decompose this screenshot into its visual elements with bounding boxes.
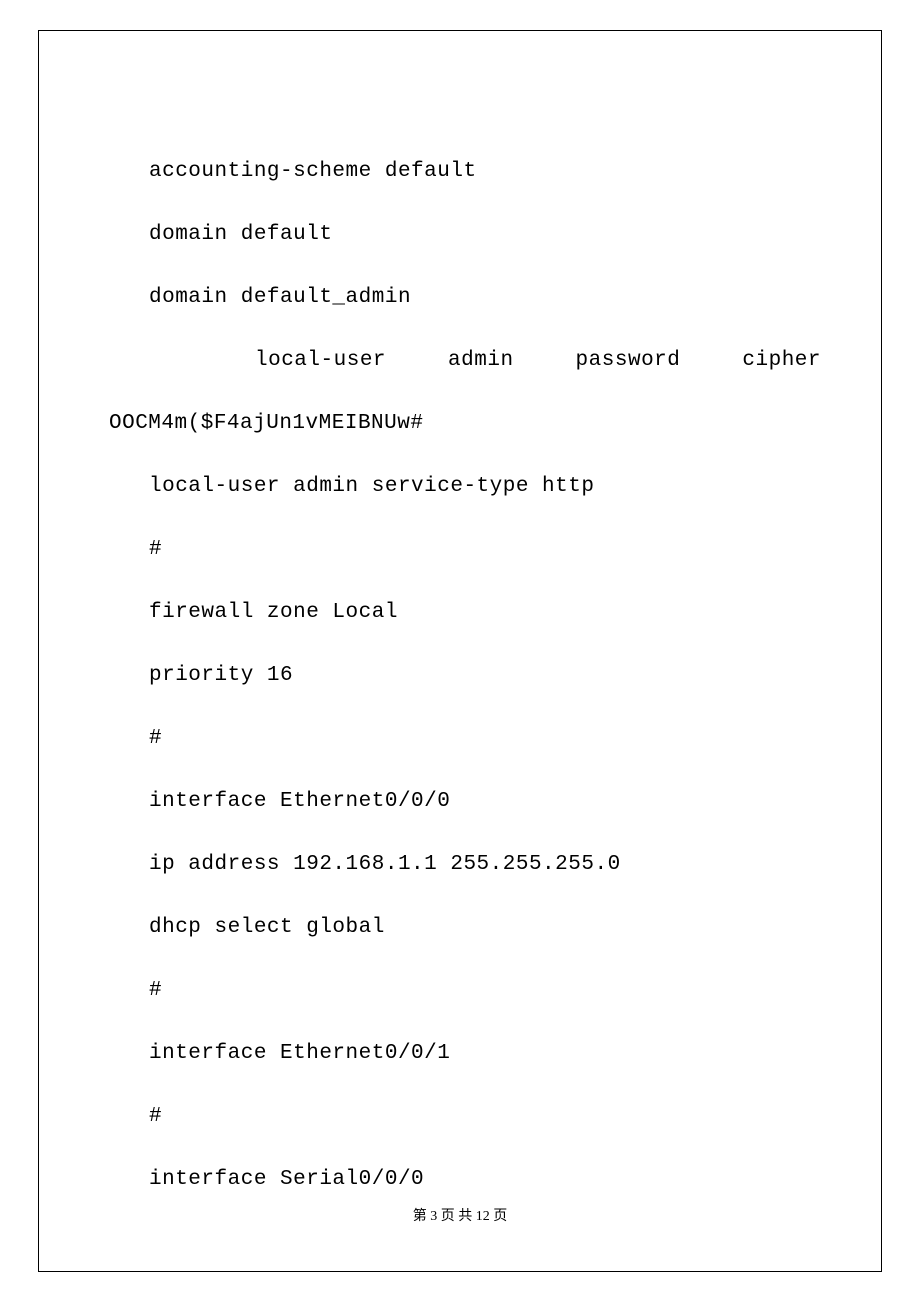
document-content: accounting-scheme default domain default…: [149, 161, 821, 1232]
config-line: ip address 192.168.1.1 255.255.255.0: [149, 854, 821, 875]
config-line: #: [149, 539, 821, 560]
config-line: domain default: [149, 224, 821, 245]
config-line: #: [149, 728, 821, 749]
config-line: OOCM4m($F4ajUn1vMEIBNUw#: [109, 413, 821, 434]
config-line: #: [149, 1106, 821, 1127]
page-border: accounting-scheme default domain default…: [38, 30, 882, 1272]
config-line: interface Ethernet0/0/1: [149, 1043, 821, 1064]
config-line: #: [149, 980, 821, 1001]
config-line: interface Ethernet0/0/0: [149, 791, 821, 812]
page-footer: 第 3 页 共 12 页: [39, 1205, 881, 1225]
config-line: local-user admin service-type http: [149, 476, 821, 497]
config-line: accounting-scheme default: [149, 161, 821, 182]
config-line: priority 16: [149, 665, 821, 686]
config-line: dhcp select global: [149, 917, 821, 938]
config-line: interface Serial0/0/0: [149, 1169, 821, 1190]
config-line: firewall zone Local: [149, 602, 821, 623]
config-line: domain default_admin: [149, 287, 821, 308]
config-line: local-user admin password cipher: [149, 350, 821, 371]
